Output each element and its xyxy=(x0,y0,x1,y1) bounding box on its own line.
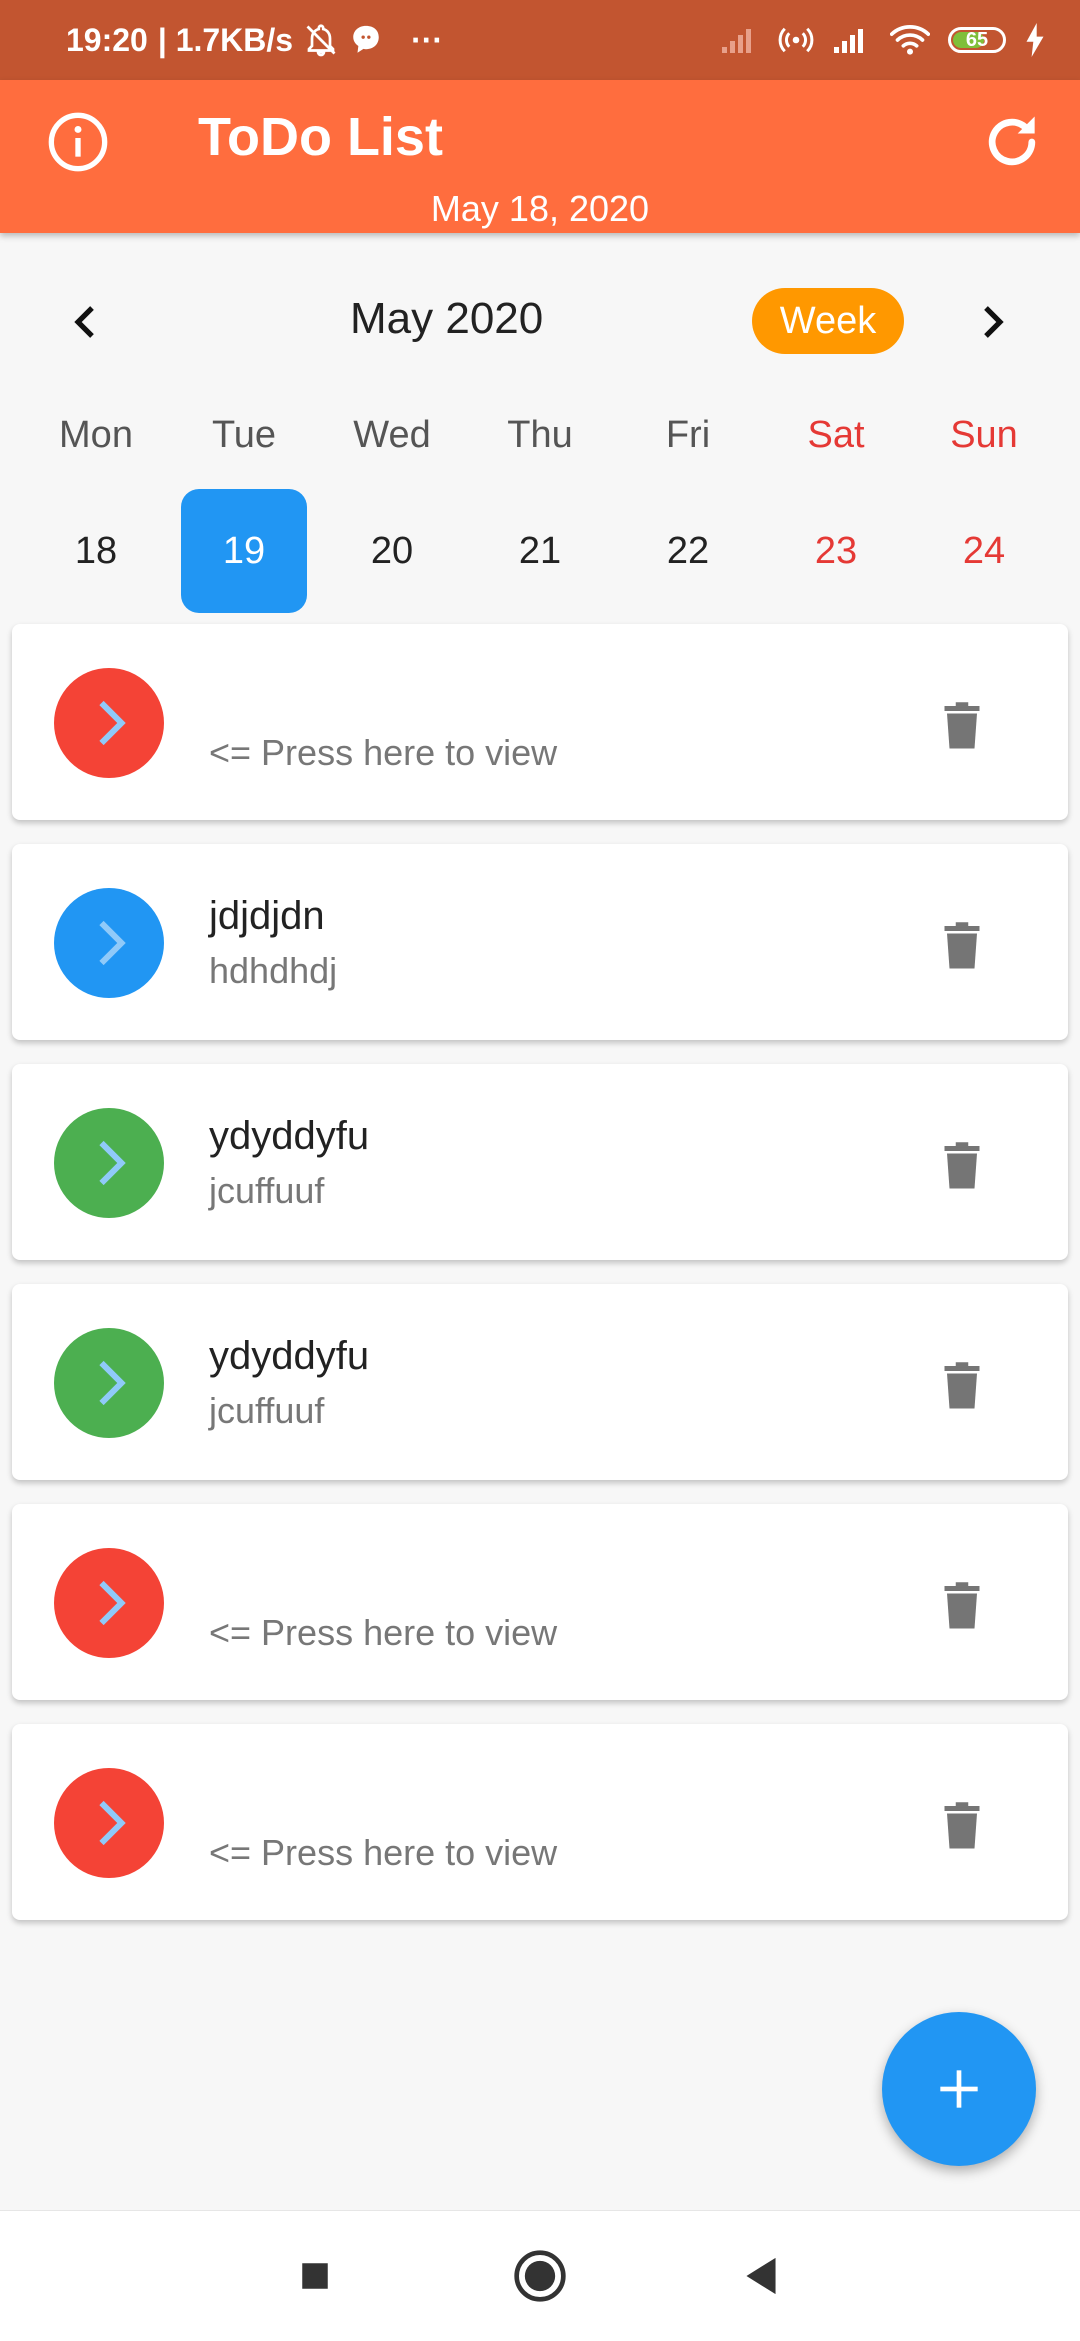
day-number: 24 xyxy=(962,530,1006,572)
info-icon xyxy=(48,112,108,172)
system-nav-bar xyxy=(0,2210,1080,2341)
day-name: Sun xyxy=(950,414,1018,456)
chevron-right-icon xyxy=(99,1580,126,1626)
mute-notification-icon xyxy=(303,22,339,58)
trash-icon xyxy=(944,1582,980,1629)
status-time: 19:20 xyxy=(66,21,148,58)
day-number-selected: 19 xyxy=(181,489,307,613)
day-number: 20 xyxy=(370,530,414,572)
day-name: Fri xyxy=(665,414,711,456)
todo-subtitle: <= Press here to view xyxy=(209,1832,558,1873)
refresh-button[interactable] xyxy=(978,108,1046,176)
status-right: 65 xyxy=(720,0,1046,80)
day-name: Mon xyxy=(59,414,133,456)
home-button[interactable] xyxy=(505,2241,575,2311)
open-todo-button[interactable] xyxy=(54,1548,164,1658)
day-mon[interactable]: Mon 18 xyxy=(22,405,170,613)
todo-card: <= Press here to view xyxy=(12,624,1068,820)
todo-card: <= Press here to view xyxy=(12,1504,1068,1700)
current-date: May 18, 2020 xyxy=(430,188,650,229)
wifi-icon xyxy=(890,23,930,57)
delete-button[interactable] xyxy=(932,916,992,976)
add-todo-button[interactable] xyxy=(882,2012,1036,2166)
signal-icon xyxy=(720,25,760,55)
day-name: Sat xyxy=(807,414,865,456)
day-sun[interactable]: Sun 24 xyxy=(910,405,1058,613)
open-todo-button[interactable] xyxy=(54,1768,164,1878)
todo-subtitle: <= Press here to view xyxy=(209,1612,558,1653)
app-bar: ToDo List May 18, 2020 xyxy=(0,80,1080,233)
todo-card: <= Press here to view xyxy=(12,1724,1068,1920)
todo-card: ydyddyfu jcuffuuf xyxy=(12,1064,1068,1260)
chevron-right-icon xyxy=(99,920,126,966)
calendar-header: May 2020 Week xyxy=(0,280,1080,360)
day-thu[interactable]: Thu 21 xyxy=(466,405,614,613)
chevron-right-icon xyxy=(99,1140,126,1186)
charging-icon xyxy=(1024,23,1046,57)
day-number: 21 xyxy=(518,530,562,572)
back-button[interactable] xyxy=(726,2241,796,2311)
delete-button[interactable] xyxy=(932,1576,992,1636)
chevron-right-icon xyxy=(99,1360,126,1406)
refresh-icon xyxy=(988,116,1036,166)
square-icon xyxy=(302,2263,328,2289)
week-toggle-button[interactable]: Week xyxy=(752,288,904,354)
chevron-left-icon xyxy=(74,306,94,338)
day-fri[interactable]: Fri 22 xyxy=(614,405,762,613)
chevron-right-icon xyxy=(984,306,1004,338)
status-bar: 19:20 | 1.7KB/s ··· 65 xyxy=(0,0,1080,80)
info-button[interactable] xyxy=(46,110,110,174)
status-left: 19:20 | 1.7KB/s ··· xyxy=(66,0,443,80)
recents-button[interactable] xyxy=(280,2241,350,2311)
page-title: ToDo List xyxy=(198,107,443,167)
trash-icon xyxy=(944,1362,980,1409)
next-week-button[interactable] xyxy=(968,298,1016,346)
delete-button[interactable] xyxy=(932,1356,992,1416)
todo-title: ydyddyfu xyxy=(209,1114,370,1158)
day-number: 18 xyxy=(74,530,118,572)
day-name: Wed xyxy=(353,414,431,456)
day-tue[interactable]: Tue 19 xyxy=(170,405,318,613)
open-todo-button[interactable] xyxy=(54,1108,164,1218)
status-net-speed: | 1.7KB/s xyxy=(157,21,294,58)
status-more: ··· xyxy=(411,21,444,58)
chat-bubble-icon xyxy=(349,23,383,57)
todo-card: ydyddyfu jcuffuuf xyxy=(12,1284,1068,1480)
plus-icon xyxy=(940,2070,978,2108)
delete-button[interactable] xyxy=(932,1136,992,1196)
todo-card: jdjdjdn hdhdhdj xyxy=(12,844,1068,1040)
open-todo-button[interactable] xyxy=(54,1328,164,1438)
delete-button[interactable] xyxy=(932,696,992,756)
calendar-month: May 2020 xyxy=(350,294,544,343)
day-sat[interactable]: Sat 23 xyxy=(762,405,910,613)
todo-subtitle: jcuffuuf xyxy=(209,1390,325,1431)
signal-icon xyxy=(832,25,872,55)
circle-icon xyxy=(514,2250,566,2302)
delete-button[interactable] xyxy=(932,1796,992,1856)
todo-subtitle: jcuffuuf xyxy=(209,1170,325,1211)
day-name: Thu xyxy=(507,414,573,456)
day-name: Tue xyxy=(211,414,277,456)
day-wed[interactable]: Wed 20 xyxy=(318,405,466,613)
day-number: 22 xyxy=(666,530,710,572)
battery-icon: 65 xyxy=(948,27,1006,53)
open-todo-button[interactable] xyxy=(54,668,164,778)
triangle-back-icon xyxy=(746,2257,776,2295)
previous-week-button[interactable] xyxy=(62,298,110,346)
chevron-right-icon xyxy=(99,700,126,746)
chevron-right-icon xyxy=(99,1800,126,1846)
battery-level: 65 xyxy=(965,28,989,51)
trash-icon xyxy=(944,702,980,749)
todo-title: jdjdjdn xyxy=(209,894,325,938)
todo-subtitle: hdhdhdj xyxy=(209,950,338,991)
todo-subtitle: <= Press here to view xyxy=(209,732,558,773)
trash-icon xyxy=(944,922,980,969)
day-number: 23 xyxy=(814,530,858,572)
trash-icon xyxy=(944,1142,980,1189)
todo-title: ydyddyfu xyxy=(209,1334,370,1378)
open-todo-button[interactable] xyxy=(54,888,164,998)
trash-icon xyxy=(944,1802,980,1849)
hotspot-icon xyxy=(778,22,814,58)
